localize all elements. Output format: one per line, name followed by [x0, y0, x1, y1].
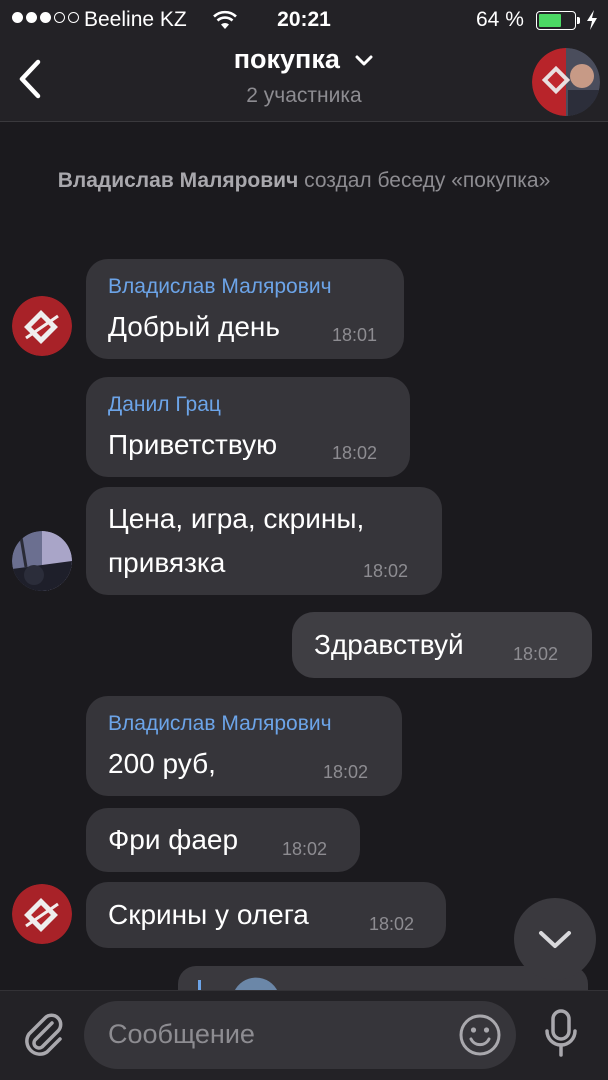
message-time: 18:02 [282, 839, 328, 859]
message-bubble[interactable]: Цена, игра, скрины, привязка 18:02 [86, 487, 442, 595]
microphone-icon[interactable] [544, 1009, 578, 1059]
message-text: 200 руб, [108, 748, 216, 779]
message-bubble[interactable]: Данил Грац Приветствую 18:02 [86, 377, 410, 477]
system-message-text: создал беседу «покупка» [304, 169, 551, 192]
outgoing-message-bubble[interactable]: Здравствуй 18:02 [292, 612, 592, 678]
message-input-bar: Сообщение [0, 990, 608, 1080]
message-text: Скрины у олега [108, 899, 309, 930]
message-time: 18:02 [513, 644, 559, 664]
avatar[interactable] [12, 884, 72, 944]
avatar[interactable] [12, 296, 72, 356]
chevron-down-icon [539, 931, 571, 948]
status-bar: Beeline KZ 20:21 64 % [0, 0, 608, 40]
message-time: 18:01 [332, 325, 378, 345]
system-message: Владислав Малярович создал беседу «покуп… [40, 166, 568, 195]
battery-icon [536, 11, 576, 30]
emoji-icon[interactable] [458, 1013, 502, 1057]
chevron-down-icon [355, 55, 373, 66]
battery-cap [577, 17, 580, 24]
message-bubble[interactable]: Владислав Малярович Добрый день 18:01 [86, 259, 404, 359]
avatar[interactable] [12, 531, 72, 591]
message-sender[interactable]: Данил Грац [108, 393, 221, 417]
message-time: 18:02 [369, 914, 415, 934]
message-bubble[interactable]: Скрины у олега 18:02 [86, 882, 446, 948]
chat-title: покупка [233, 44, 340, 74]
message-text-line: привязка [108, 547, 226, 578]
attachment-clip-icon[interactable] [22, 1011, 66, 1059]
battery-percentage: 64 % [476, 8, 524, 31]
message-input-placeholder: Сообщение [108, 1019, 255, 1049]
message-text: Приветствую [108, 429, 278, 460]
chat-avatar[interactable] [532, 48, 600, 116]
chat-title-button[interactable]: покупка [0, 44, 608, 75]
message-input[interactable]: Сообщение [84, 1001, 516, 1069]
charging-bolt-icon [587, 10, 597, 30]
chat-header: покупка 2 участника [0, 40, 608, 122]
system-message-author: Владислав Малярович [57, 169, 299, 192]
message-text: Здравствуй [314, 629, 464, 660]
scroll-to-bottom-button[interactable] [514, 898, 596, 980]
message-sender[interactable]: Владислав Малярович [108, 712, 332, 736]
message-text: Фри фаер [108, 824, 239, 855]
message-time: 18:02 [323, 762, 369, 782]
message-text-line: Цена, игра, скрины, [108, 503, 365, 534]
message-bubble[interactable]: Владислав Малярович 200 руб, 18:02 [86, 696, 402, 796]
message-time: 18:02 [363, 561, 409, 581]
participants-count: 2 участника [246, 84, 362, 107]
message-sender[interactable]: Владислав Малярович [108, 275, 332, 299]
message-bubble[interactable]: Фри фаер 18:02 [86, 808, 360, 872]
message-text: Добрый день [108, 311, 280, 342]
message-time: 18:02 [332, 443, 378, 463]
